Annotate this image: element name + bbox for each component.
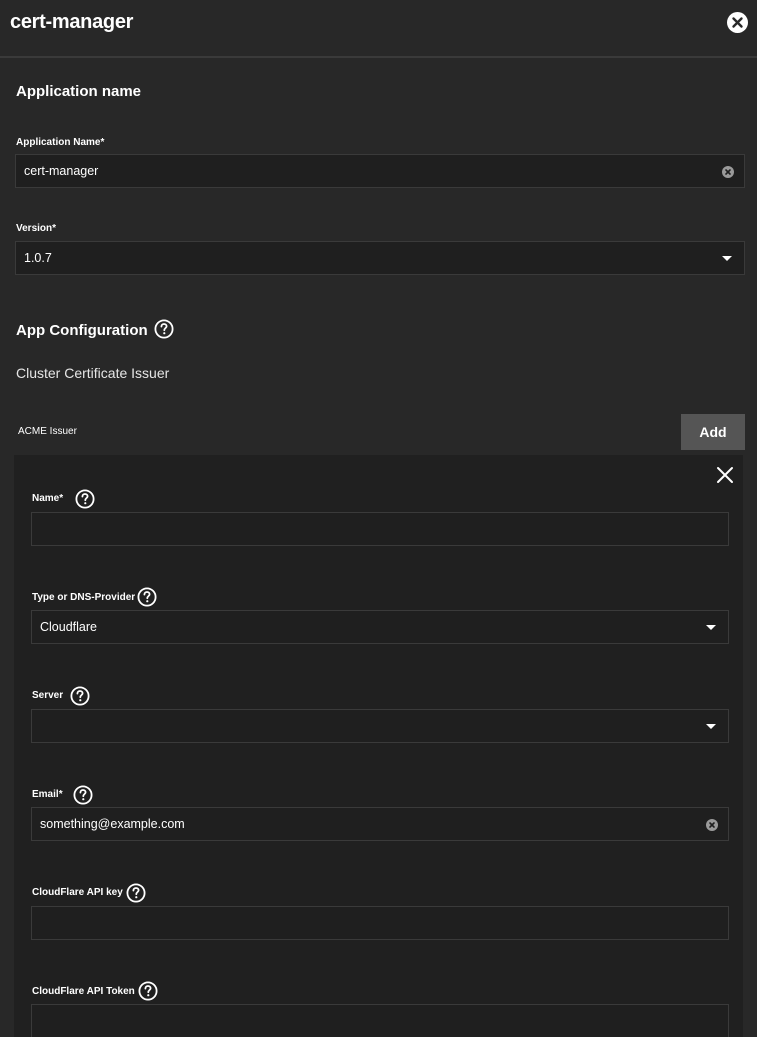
email-label-text: Email [32, 789, 59, 800]
section-title-application-name: Application name [16, 83, 142, 100]
server-select[interactable] [31, 709, 729, 743]
email-label: Email* [32, 789, 63, 800]
add-button[interactable]: Add [681, 414, 745, 450]
required-mark: * [58, 789, 63, 800]
application-name-field[interactable]: cert-manager [15, 154, 745, 188]
page-title: cert-manager [10, 11, 134, 33]
application-name-value: cert-manager [24, 164, 99, 178]
api-token-input[interactable] [31, 1004, 729, 1037]
api-key-input[interactable] [31, 906, 729, 940]
help-icon[interactable] [137, 587, 157, 607]
app-install-form: cert-manager Application name Applicatio… [0, 0, 757, 1037]
type-provider-label: Type or DNS-Provider [32, 592, 136, 603]
api-token-label: CloudFlare API Token [32, 986, 135, 997]
version-value: 1.0.7 [24, 251, 52, 265]
close-icon[interactable] [716, 466, 734, 484]
chevron-down-icon[interactable] [722, 256, 732, 261]
issuer-name-label: Name* [32, 493, 63, 504]
section-title-app-configuration: App Configuration [16, 322, 148, 339]
clear-icon[interactable] [722, 166, 734, 178]
help-icon[interactable] [138, 981, 158, 1001]
email-value: something@example.com [40, 817, 185, 831]
version-label: Version* [16, 223, 56, 234]
type-provider-select[interactable]: Cloudflare [31, 610, 729, 644]
help-icon[interactable] [126, 883, 146, 903]
chevron-down-icon[interactable] [706, 724, 716, 729]
acme-issuer-label: ACME Issuer [18, 426, 77, 437]
required-mark: * [59, 493, 64, 504]
cluster-issuer-subtitle: Cluster Certificate Issuer [16, 365, 170, 381]
clear-icon[interactable] [706, 819, 718, 831]
api-key-label: CloudFlare API key [32, 887, 123, 898]
help-icon[interactable] [154, 319, 174, 339]
help-icon[interactable] [70, 686, 90, 706]
help-icon[interactable] [75, 489, 95, 509]
email-field[interactable]: something@example.com [31, 807, 729, 841]
issuer-name-label-text: Name [32, 493, 60, 504]
server-label: Server [32, 690, 64, 701]
form-header: cert-manager [0, 0, 757, 58]
chevron-down-icon[interactable] [706, 625, 716, 630]
issuer-name-input[interactable] [31, 512, 729, 546]
close-icon[interactable] [727, 12, 748, 33]
application-name-label: Application Name* [16, 137, 104, 148]
version-label-text: Version [16, 223, 53, 234]
application-name-label-text: Application Name [16, 137, 101, 148]
required-mark: * [100, 137, 105, 148]
type-provider-value: Cloudflare [40, 620, 97, 634]
required-mark: * [52, 223, 57, 234]
version-select[interactable]: 1.0.7 [15, 241, 745, 275]
help-icon[interactable] [73, 785, 93, 805]
